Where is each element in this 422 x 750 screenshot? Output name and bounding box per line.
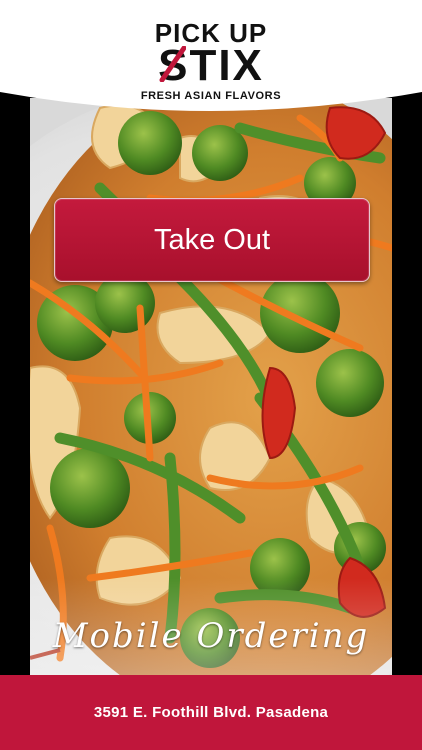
brand-tagline: FRESH ASIAN FLAVORS xyxy=(140,90,282,102)
app-screen: PICK UP STIX FRESH ASIAN FLAVORS Take Ou… xyxy=(0,0,422,750)
footer-address-bar: 3591 E. Foothill Blvd. Pasadena xyxy=(0,675,422,750)
store-address: 3591 E. Foothill Blvd. Pasadena xyxy=(93,704,329,721)
take-out-button[interactable]: Take Out xyxy=(54,198,370,282)
logo-chopstick-icon xyxy=(159,46,187,82)
mobile-ordering-banner: Mobile Ordering xyxy=(52,616,370,656)
brand-logo: PICK UP STIX FRESH ASIAN FLAVORS xyxy=(0,20,422,102)
brand-name-line2: STIX xyxy=(158,44,264,88)
header: PICK UP STIX FRESH ASIAN FLAVORS xyxy=(0,0,422,118)
